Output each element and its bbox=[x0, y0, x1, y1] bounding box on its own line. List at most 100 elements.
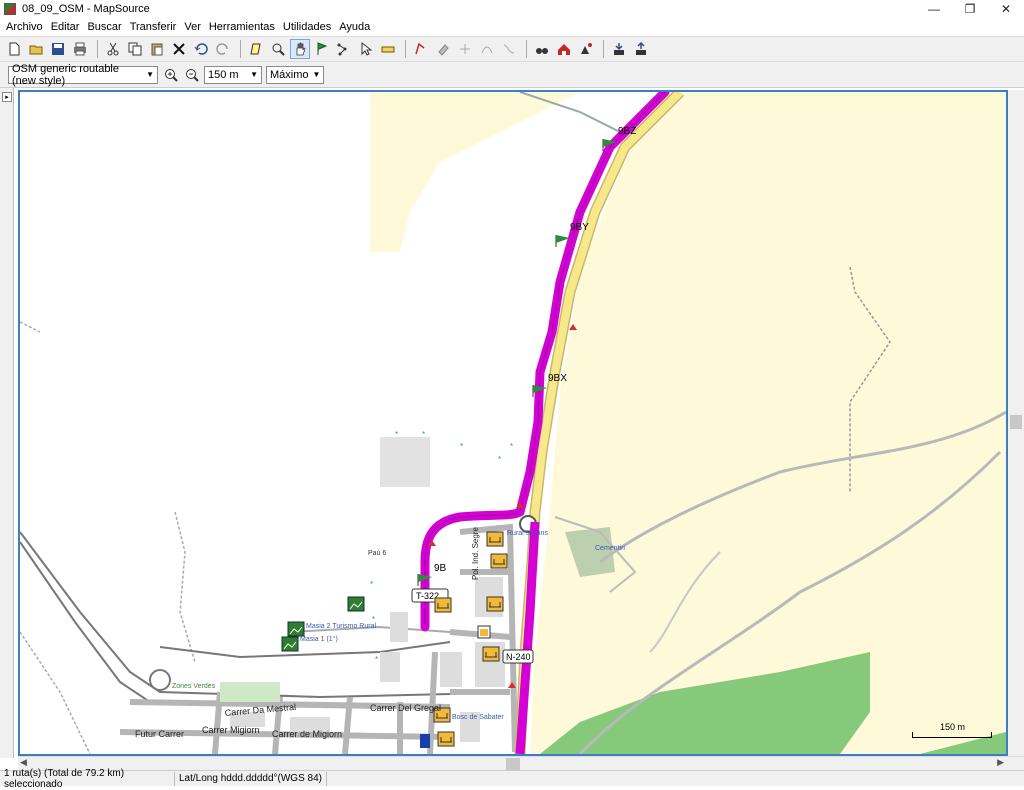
zoom-out-icon[interactable] bbox=[183, 66, 201, 84]
join-track-icon[interactable] bbox=[477, 39, 497, 59]
coordinate-format: Lat/Long hddd.ddddd°(WGS 84) bbox=[175, 771, 327, 786]
menu-herramientas[interactable]: Herramientas bbox=[205, 21, 279, 33]
redo-icon[interactable] bbox=[213, 39, 233, 59]
measure-tool-icon[interactable] bbox=[378, 39, 398, 59]
expand-panel-icon[interactable]: ▸ bbox=[2, 92, 12, 102]
map-product-select[interactable]: OSM generic routable (new style) ▼ bbox=[8, 63, 158, 87]
copy-icon[interactable] bbox=[125, 39, 145, 59]
status-bar: 1 ruta(s) (Total de 79.2 km) seleccionad… bbox=[0, 768, 1024, 790]
main-toolbar bbox=[0, 36, 1024, 62]
chevron-down-icon: ▼ bbox=[250, 70, 258, 79]
bar-icon[interactable] bbox=[477, 625, 491, 639]
delete-icon[interactable] bbox=[169, 39, 189, 59]
restore-button[interactable]: ❐ bbox=[952, 0, 988, 18]
detail-level-select[interactable]: Máximo ▼ bbox=[266, 65, 324, 84]
lodging-icon[interactable] bbox=[486, 531, 504, 547]
scale-bar: 150 m bbox=[912, 722, 992, 740]
lodging-icon[interactable] bbox=[437, 731, 455, 747]
hand-tool-icon[interactable] bbox=[290, 39, 310, 59]
paste-icon[interactable] bbox=[147, 39, 167, 59]
selection-tool-icon[interactable] bbox=[356, 39, 376, 59]
menu-transferir[interactable]: Transferir bbox=[126, 21, 181, 33]
cut-icon[interactable] bbox=[103, 39, 123, 59]
road bbox=[20, 541, 241, 705]
track-draw-icon[interactable] bbox=[411, 39, 431, 59]
park-area bbox=[220, 682, 280, 702]
map-toolbar: OSM generic routable (new style) ▼ 150 m ▼… bbox=[0, 62, 1024, 88]
chevron-down-icon: ▼ bbox=[312, 70, 321, 79]
scroll-right-icon[interactable]: ▶ bbox=[997, 757, 1004, 768]
new-file-icon[interactable] bbox=[4, 39, 24, 59]
zoom-in-icon[interactable] bbox=[162, 66, 180, 84]
divide-track-icon[interactable] bbox=[455, 39, 475, 59]
scroll-left-icon[interactable]: ◀ bbox=[20, 757, 27, 768]
filter-track-icon[interactable] bbox=[499, 39, 519, 59]
menu-buscar[interactable]: Buscar bbox=[83, 21, 125, 33]
industrial-area bbox=[380, 437, 430, 487]
route-tool-icon[interactable] bbox=[334, 39, 354, 59]
undo-icon[interactable] bbox=[191, 39, 211, 59]
waypoint-label: 9BX bbox=[548, 373, 567, 384]
lodging-icon[interactable] bbox=[482, 646, 500, 662]
lodging-icon[interactable] bbox=[434, 597, 452, 613]
close-button[interactable]: ✕ bbox=[988, 0, 1024, 18]
scenic-view-icon[interactable] bbox=[281, 636, 299, 652]
lodging-icon[interactable] bbox=[490, 553, 508, 569]
menu-editar[interactable]: Editar bbox=[47, 21, 84, 33]
svg-text:*: * bbox=[395, 430, 398, 439]
roundabout bbox=[149, 669, 171, 691]
menu-utilidades[interactable]: Utilidades bbox=[279, 21, 335, 33]
street-label: Pol. Ind. Segre bbox=[471, 527, 480, 580]
waypoint-tool-icon[interactable] bbox=[312, 39, 332, 59]
map-canvas[interactable]: 9BZ 9BY 9BX 9B T-322 N-240 * ** *** ** P… bbox=[20, 92, 1006, 754]
print-icon[interactable] bbox=[70, 39, 90, 59]
svg-text:*: * bbox=[498, 455, 501, 464]
svg-text:*: * bbox=[460, 442, 463, 451]
street-label: Carrer Del Gregal bbox=[370, 703, 441, 713]
track-path bbox=[174, 511, 196, 663]
land-area bbox=[370, 92, 580, 252]
svg-text:*: * bbox=[370, 580, 373, 589]
poi-label: Rural Sàrans bbox=[507, 530, 548, 537]
scroll-thumb[interactable] bbox=[506, 758, 520, 770]
poi-label: Bosc de Sabater bbox=[452, 714, 504, 721]
find-nearest-icon[interactable] bbox=[576, 39, 596, 59]
find-address-icon[interactable] bbox=[554, 39, 574, 59]
street-label: Futur Carrer bbox=[135, 729, 184, 739]
find-places-icon[interactable] bbox=[532, 39, 552, 59]
track-path bbox=[20, 321, 41, 333]
minimize-button[interactable]: — bbox=[916, 0, 952, 18]
road bbox=[159, 641, 451, 659]
poi-label: Zones Verdes bbox=[172, 683, 216, 690]
selection-status: 1 ruta(s) (Total de 79.2 km) seleccionad… bbox=[0, 768, 175, 790]
eraser-icon[interactable] bbox=[433, 39, 453, 59]
scenic-view-icon[interactable] bbox=[287, 621, 305, 637]
send-to-device-icon[interactable] bbox=[631, 39, 651, 59]
receive-from-device-icon[interactable] bbox=[609, 39, 629, 59]
menu-archivo[interactable]: Archivo bbox=[2, 21, 47, 33]
land-area bbox=[370, 92, 1006, 754]
zoom-tool-icon[interactable] bbox=[268, 39, 288, 59]
road-badge-label: N-240 bbox=[506, 652, 531, 662]
street-label: Carrer Migiorn bbox=[202, 725, 260, 735]
menu-ver[interactable]: Ver bbox=[180, 21, 205, 33]
poi-label: Masia 2 Turismo Rural bbox=[306, 623, 376, 630]
fuel-station-icon[interactable] bbox=[420, 734, 430, 748]
save-icon[interactable] bbox=[48, 39, 68, 59]
map-view[interactable]: 9BZ 9BY 9BX 9B T-322 N-240 * * * * * * *… bbox=[18, 90, 1008, 756]
poi-label: Paú 6 bbox=[368, 550, 386, 557]
menu-ayuda[interactable]: Ayuda bbox=[335, 21, 374, 33]
map-properties-icon[interactable] bbox=[246, 39, 266, 59]
vertical-scrollbar[interactable] bbox=[1008, 90, 1024, 756]
open-folder-icon[interactable] bbox=[26, 39, 46, 59]
zoom-scale-select[interactable]: 150 m ▼ bbox=[204, 65, 262, 84]
scroll-thumb[interactable] bbox=[1010, 415, 1022, 429]
waypoint-label: 9BY bbox=[570, 222, 589, 233]
svg-text:*: * bbox=[510, 442, 513, 451]
title-bar: 08_09_OSM - MapSource — ❐ ✕ bbox=[0, 0, 1024, 18]
scenic-view-icon[interactable] bbox=[347, 596, 365, 612]
chevron-down-icon: ▼ bbox=[146, 70, 154, 79]
svg-text:*: * bbox=[422, 430, 425, 439]
menu-bar: Archivo Editar Buscar Transferir Ver Her… bbox=[0, 18, 1024, 36]
lodging-icon[interactable] bbox=[486, 596, 504, 612]
